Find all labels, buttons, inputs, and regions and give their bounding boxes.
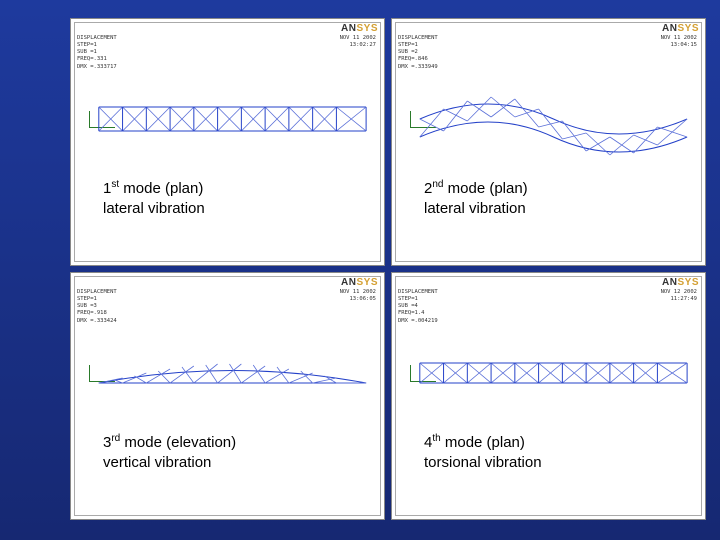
logo-an: AN	[662, 23, 677, 34]
caption-line2: vertical vibration	[103, 454, 211, 471]
logo-sys: SYS	[677, 277, 699, 288]
panel-mode-2: ANSYS DISPLACEMENT STEP=1 SUB =2 FREQ=.8…	[391, 18, 706, 266]
panel-grid: ANSYS DISPLACEMENT STEP=1 SUB =1 FREQ=.3…	[70, 18, 706, 520]
caption-ord: th	[432, 433, 440, 444]
logo-sys: SYS	[356, 23, 378, 34]
truss-plot-3	[79, 313, 376, 433]
meta-right: NOV 11 2002 13:06:05	[340, 289, 376, 303]
ansys-logo: ANSYS	[662, 277, 699, 288]
caption-line2: lateral vibration	[103, 200, 205, 217]
meta-right: NOV 11 2002 13:02:27	[340, 35, 376, 49]
caption-ord: nd	[432, 179, 443, 190]
caption-ord: st	[111, 179, 119, 190]
logo-an: AN	[341, 277, 356, 288]
truss-plot-4	[400, 313, 697, 433]
meta-right: NOV 11 2002 13:04:15	[661, 35, 697, 49]
caption-4: 4th mode (plan) torsional vibration	[420, 430, 546, 476]
caption-rest: mode (plan)	[119, 180, 203, 197]
truss-plot-2	[400, 59, 697, 179]
truss-plot-1	[79, 59, 376, 179]
caption-rest: mode (plan)	[441, 434, 525, 451]
panel-mode-1: ANSYS DISPLACEMENT STEP=1 SUB =1 FREQ=.3…	[70, 18, 385, 266]
panel-mode-3: ANSYS DISPLACEMENT STEP=1 SUB =3 FREQ=.9…	[70, 272, 385, 520]
caption-line2: lateral vibration	[424, 200, 526, 217]
panel-mode-4: ANSYS DISPLACEMENT STEP=1 SUB =4 FREQ=1.…	[391, 272, 706, 520]
logo-sys: SYS	[356, 277, 378, 288]
caption-rest: mode (plan)	[443, 180, 527, 197]
caption-1: 1st mode (plan) lateral vibration	[99, 176, 209, 222]
logo-an: AN	[341, 23, 356, 34]
ansys-logo: ANSYS	[341, 277, 378, 288]
ansys-logo: ANSYS	[341, 23, 378, 34]
ansys-logo: ANSYS	[662, 23, 699, 34]
caption-rest: mode (elevation)	[120, 434, 236, 451]
caption-2: 2nd mode (plan) lateral vibration	[420, 176, 532, 222]
caption-line2: torsional vibration	[424, 454, 542, 471]
logo-sys: SYS	[677, 23, 699, 34]
caption-3: 3rd mode (elevation) vertical vibration	[99, 430, 240, 476]
logo-an: AN	[662, 277, 677, 288]
meta-right: NOV 12 2002 11:27:49	[661, 289, 697, 303]
caption-ord: rd	[111, 433, 120, 444]
